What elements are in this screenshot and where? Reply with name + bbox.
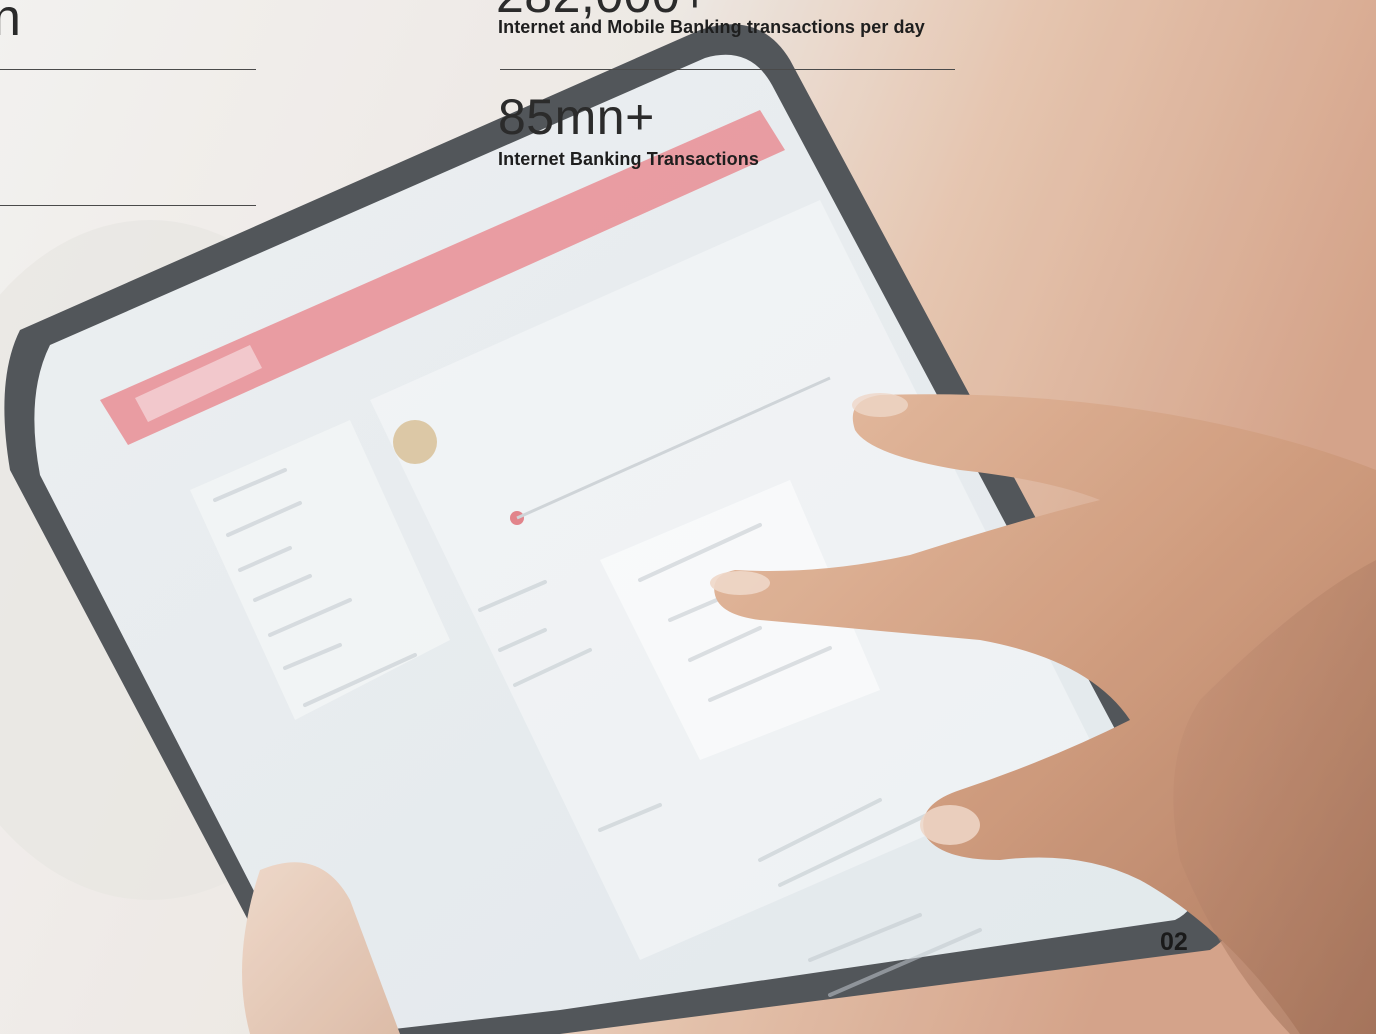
left-column-heading-fragment: n (0, 0, 22, 47)
stat-divider (500, 69, 955, 70)
left-divider-2 (0, 205, 256, 206)
report-page: n 282,000+ Internet and Mobile Banking t… (0, 0, 1376, 1034)
page-number: 02 (1160, 928, 1188, 956)
stat-2-caption: Internet Banking Transactions (498, 149, 759, 169)
stat-2-number: 85mn+ (498, 89, 655, 145)
left-divider-1 (0, 69, 256, 70)
stat-1-caption: Internet and Mobile Banking transactions… (498, 17, 925, 37)
